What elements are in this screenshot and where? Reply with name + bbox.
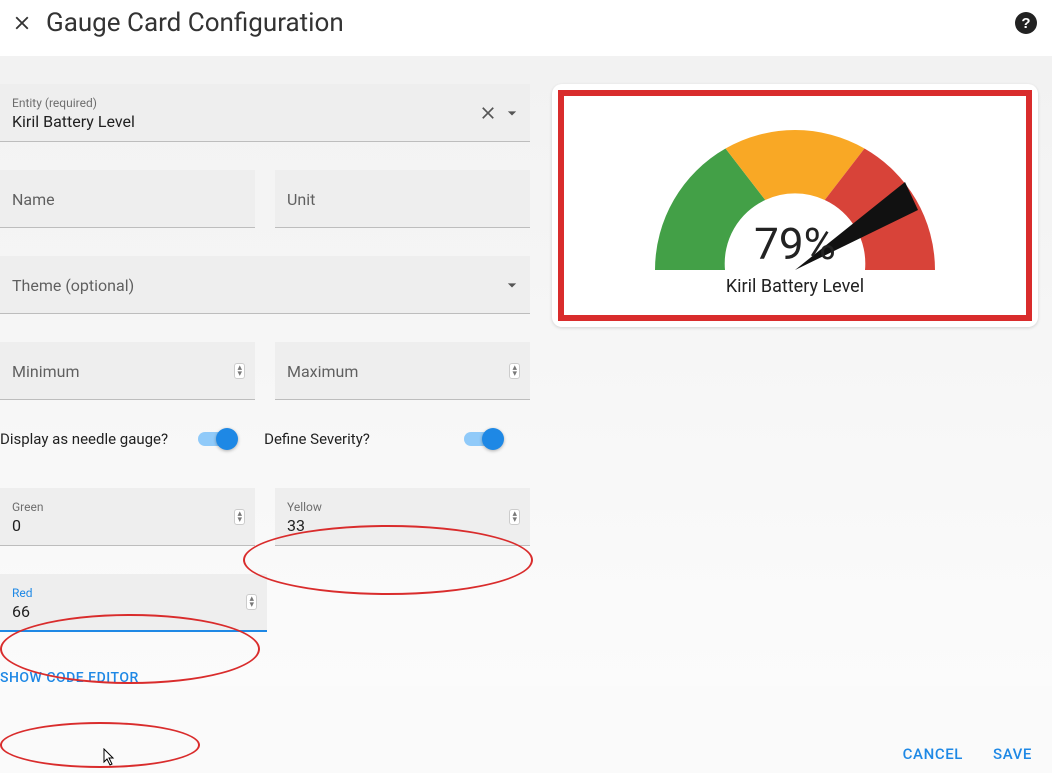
maximum-field[interactable]: Maximum ▴▾ [275, 342, 530, 400]
close-button[interactable] [8, 9, 36, 37]
show-code-editor-button[interactable]: SHOW CODE EDITOR [0, 670, 139, 686]
dropdown-icon[interactable] [502, 275, 522, 295]
svg-text:?: ? [1021, 15, 1030, 32]
red-field[interactable]: Red 66 ▴▾ [0, 574, 267, 632]
unit-field[interactable]: Unit [275, 170, 530, 228]
yellow-field[interactable]: Yellow 33 ▴▾ [275, 488, 530, 546]
green-label: Green [12, 500, 243, 514]
needle-toggle[interactable] [198, 432, 234, 446]
preview-card: 79% Kiril Battery Level [552, 84, 1038, 327]
number-stepper[interactable]: ▴▾ [234, 363, 245, 379]
needle-toggle-label: Display as needle gauge? [0, 430, 168, 448]
number-stepper[interactable]: ▴▾ [509, 363, 520, 379]
green-field[interactable]: Green 0 ▴▾ [0, 488, 255, 546]
dropdown-icon[interactable] [502, 103, 522, 123]
cursor-icon [98, 748, 116, 768]
cancel-button[interactable]: CANCEL [903, 745, 963, 763]
entity-field[interactable]: Entity (required) Kiril Battery Level [0, 84, 530, 142]
close-icon [11, 12, 33, 34]
gauge-chart: 79% [635, 110, 955, 270]
dialog-footer: CANCEL SAVE [903, 745, 1032, 763]
theme-label: Theme (optional) [12, 276, 518, 295]
dialog-title: Gauge Card Configuration [46, 8, 1012, 38]
theme-field[interactable]: Theme (optional) [0, 256, 530, 314]
help-button[interactable]: ? [1012, 9, 1040, 37]
clear-icon[interactable] [478, 103, 498, 123]
name-label: Name [12, 190, 243, 209]
red-label: Red [12, 586, 255, 600]
dialog-header: Gauge Card Configuration ? [0, 0, 1052, 56]
number-stepper[interactable]: ▴▾ [234, 509, 245, 525]
entity-label: Entity (required) [12, 96, 518, 110]
number-stepper[interactable]: ▴▾ [509, 509, 520, 525]
annotation-ellipse [0, 722, 200, 768]
preview-highlight-box: 79% Kiril Battery Level [558, 90, 1032, 321]
red-value: 66 [12, 600, 255, 621]
entity-value: Kiril Battery Level [12, 110, 518, 131]
green-value: 0 [12, 514, 243, 535]
name-field[interactable]: Name [0, 170, 255, 228]
minimum-label: Minimum [12, 362, 243, 381]
severity-toggle-label: Define Severity? [264, 430, 370, 448]
config-form: Entity (required) Kiril Battery Level Na… [0, 84, 530, 686]
save-button[interactable]: SAVE [993, 745, 1032, 763]
yellow-label: Yellow [287, 500, 518, 514]
severity-toggle[interactable] [464, 432, 500, 446]
gauge-caption: Kiril Battery Level [726, 276, 864, 297]
unit-label: Unit [287, 190, 518, 209]
maximum-label: Maximum [287, 362, 518, 381]
help-icon: ? [1014, 11, 1038, 35]
yellow-value: 33 [287, 514, 518, 535]
minimum-field[interactable]: Minimum ▴▾ [0, 342, 255, 400]
gauge-value-text: 79% [635, 218, 955, 270]
number-stepper[interactable]: ▴▾ [246, 594, 257, 610]
preview-panel: 79% Kiril Battery Level [530, 84, 1052, 686]
